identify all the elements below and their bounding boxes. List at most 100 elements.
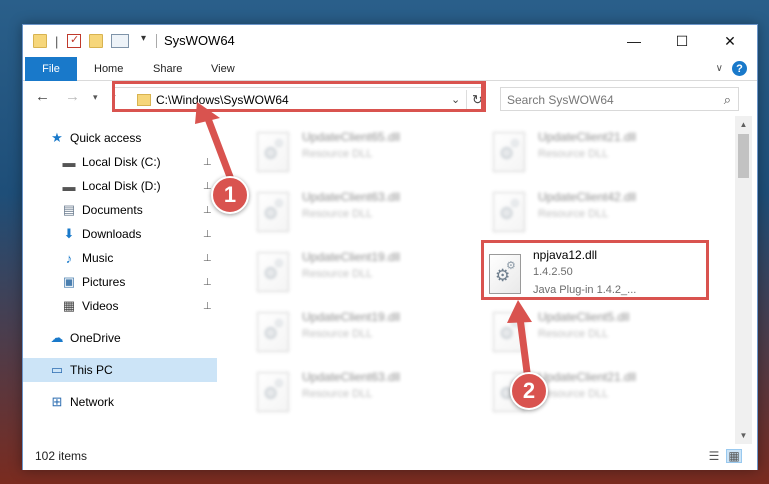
file-type: Resource DLL (538, 328, 609, 340)
sidebar-item[interactable]: ▣ Pictures ⊥ (23, 270, 217, 294)
sidebar-item-label: This PC (70, 363, 113, 377)
refresh-button[interactable]: ↻ (466, 90, 488, 110)
new-folder-icon[interactable] (89, 34, 103, 48)
file-item[interactable]: UpdateClient63.dll Resource DLL (249, 184, 479, 240)
minimize-button[interactable]: — (611, 25, 657, 57)
file-item-npjava12[interactable]: npjava12.dll 1.4.2.50 Java Plug-in 1.4.2_.… (485, 244, 715, 300)
file-type: Resource DLL (538, 208, 609, 220)
up-button[interactable]: ↑ (110, 89, 118, 106)
vertical-scrollbar[interactable]: ▲ ▼ (735, 116, 752, 444)
address-bar[interactable]: ↑ C:\Windows\SysWOW64 ⌄ ↻ (110, 87, 488, 111)
pin-icon[interactable]: ⊥ (203, 181, 212, 192)
sidebar-item-label: Local Disk (D:) (82, 179, 161, 193)
network-icon: ⊞ (51, 394, 63, 409)
tab-view[interactable]: View (211, 57, 235, 81)
dll-file-icon (493, 312, 525, 352)
title-divider (156, 34, 157, 48)
help-icon[interactable]: ? (732, 61, 747, 76)
item-count: 102 items (35, 449, 88, 463)
file-name: UpdateClient42.dll (538, 190, 637, 204)
folder-icon[interactable] (33, 34, 47, 48)
star-icon: ★ (51, 130, 63, 145)
search-icon[interactable]: ⌕ (724, 92, 731, 108)
sidebar-item[interactable]: ⬇ Downloads ⊥ (23, 222, 217, 246)
step-1-callout: 1 (211, 176, 249, 214)
sidebar-item[interactable]: ▤ Documents ⊥ (23, 198, 217, 222)
disk-icon: ▬ (62, 154, 76, 170)
file-type: Java Plug-in 1.4.2_... (533, 284, 637, 296)
scroll-down-icon[interactable]: ▼ (735, 427, 752, 444)
music-icon: ♪ (65, 250, 73, 266)
file-explorer-window: | ▾ SysWOW64 — ☐ ✕ File Home Share View … (22, 24, 758, 470)
sidebar-item-label: Network (70, 395, 115, 409)
sidebar-item-label: Local Disk (C:) (82, 155, 161, 169)
navigation-bar: ← → ▾ ↑ C:\Windows\SysWOW64 ⌄ ↻ Search S… (23, 82, 757, 116)
file-item[interactable]: UpdateClient21.dll Resource DLL (485, 124, 715, 180)
large-icons-view-icon[interactable]: ▦ (726, 449, 742, 463)
disk-icon: ▬ (62, 178, 76, 194)
pin-icon[interactable]: ⊥ (203, 277, 212, 288)
file-item[interactable]: UpdateClient19.dll Resource DLL (249, 244, 479, 300)
file-item[interactable]: UpdateClient42.dll Resource DLL (485, 184, 715, 240)
sidebar-item[interactable]: ▬ Local Disk (C:) ⊥ (23, 150, 217, 174)
customize-toolbar-icon[interactable] (111, 34, 129, 48)
sidebar-item[interactable]: ⊞ Network (23, 390, 217, 414)
toolbar-separator: | (55, 34, 59, 49)
file-item[interactable]: UpdateClient19.dll Resource DLL (249, 304, 479, 360)
file-item[interactable]: UpdateClient63.dll Resource DLL (249, 364, 479, 420)
sidebar-item[interactable]: ▬ Local Disk (D:) ⊥ (23, 174, 217, 198)
pin-icon[interactable]: ⊥ (203, 205, 212, 216)
sidebar-item-label: Downloads (82, 227, 142, 241)
pin-icon[interactable]: ⊥ (203, 301, 212, 312)
file-item[interactable]: UpdateClient5.dll Resource DLL (485, 304, 715, 360)
documents-icon: ▤ (62, 202, 76, 217)
pin-icon[interactable]: ⊥ (203, 157, 212, 168)
videos-icon: ▦ (62, 298, 76, 313)
sidebar-item-label: Videos (82, 299, 119, 313)
title-bar: | ▾ SysWOW64 — ☐ ✕ (23, 25, 757, 57)
scroll-thumb[interactable] (738, 134, 749, 178)
pin-icon[interactable]: ⊥ (203, 229, 212, 240)
dll-file-icon (493, 192, 525, 232)
status-bar: 102 items ☰ ▦ (23, 444, 757, 470)
chevron-down-icon[interactable]: ⌄ (451, 93, 460, 106)
file-name: UpdateClient19.dll (302, 250, 401, 264)
file-name: UpdateClient5.dll (538, 310, 630, 324)
details-view-icon[interactable]: ☰ (706, 449, 722, 463)
search-input[interactable]: Search SysWOW64 ⌕ (500, 87, 739, 111)
window-title: SysWOW64 (164, 33, 235, 48)
ribbon-tabs: File Home Share View ∨ ? (23, 57, 757, 81)
sidebar-item-label: Pictures (82, 275, 126, 289)
sidebar-item[interactable]: ☁ OneDrive (23, 326, 217, 350)
dll-file-icon (257, 372, 289, 412)
file-type: Resource DLL (302, 208, 373, 220)
file-name: UpdateClient63.dll (302, 190, 401, 204)
file-name: UpdateClient65.dll (302, 130, 401, 144)
file-name: UpdateClient21.dll (538, 370, 637, 384)
address-path[interactable]: C:\Windows\SysWOW64 (156, 93, 289, 107)
sidebar-item[interactable]: ♪ Music ⊥ (23, 246, 217, 270)
scroll-up-icon[interactable]: ▲ (735, 116, 752, 133)
back-button[interactable]: ← (35, 88, 50, 105)
sidebar-item-label: OneDrive (70, 331, 121, 345)
pin-icon[interactable]: ⊥ (203, 253, 212, 264)
properties-check-icon[interactable] (67, 33, 81, 48)
tab-file[interactable]: File (25, 57, 77, 81)
file-name: UpdateClient19.dll (302, 310, 401, 324)
forward-button[interactable]: → (65, 88, 80, 105)
file-name: npjava12.dll (533, 248, 598, 262)
sidebar-item[interactable]: ▦ Videos ⊥ (23, 294, 217, 318)
tab-share[interactable]: Share (153, 57, 182, 81)
file-item[interactable]: UpdateClient65.dll Resource DLL (249, 124, 479, 180)
chevron-down-icon[interactable]: ▾ (141, 33, 146, 44)
dll-file-icon (489, 254, 521, 294)
sidebar-item[interactable]: ▭ This PC (23, 358, 217, 382)
maximize-button[interactable]: ☐ (659, 25, 705, 57)
dll-file-icon (257, 132, 289, 172)
close-button[interactable]: ✕ (707, 25, 753, 57)
expand-ribbon-icon[interactable]: ∨ (716, 63, 723, 74)
tab-home[interactable]: Home (94, 57, 123, 81)
recent-locations-button[interactable]: ▾ (93, 92, 98, 103)
sidebar-item[interactable]: ★ Quick access (23, 126, 217, 150)
dll-file-icon (257, 192, 289, 232)
